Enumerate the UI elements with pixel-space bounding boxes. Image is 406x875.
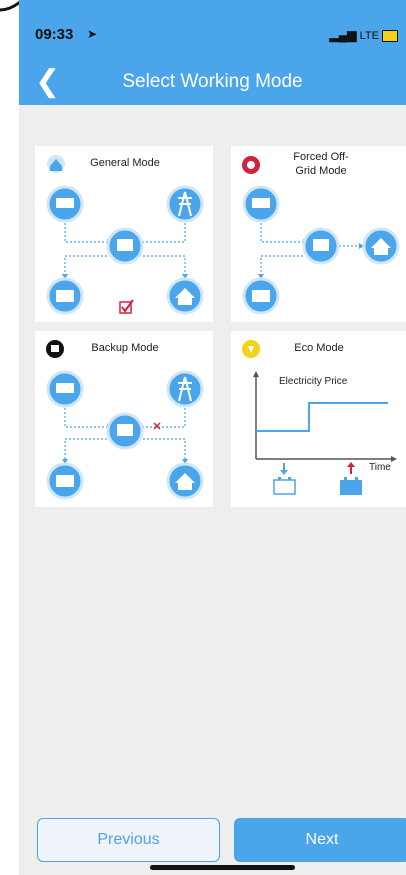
notch-fragment (0, 0, 20, 12)
card-general-mode[interactable]: General Mode (35, 146, 213, 322)
forced-mode-title-line2: Grid Mode (295, 165, 347, 177)
house-icon (362, 227, 400, 265)
battery-icon (242, 277, 280, 315)
discharge-arrow-up-icon (347, 462, 355, 474)
eco-mode-title: Eco Mode (294, 342, 344, 354)
card-backup-mode[interactable]: Backup Mode (35, 331, 213, 507)
battery-icon (46, 277, 84, 315)
solar-panel-icon (46, 185, 84, 223)
inverter-icon (106, 412, 144, 450)
general-mode-title: General Mode (90, 157, 160, 169)
card-eco-mode[interactable]: Eco Mode Electricity Price Time (231, 331, 406, 507)
location-arrow-icon: ➤ (87, 27, 98, 41)
status-bar: 09:33 ➤ ▂▄▆ LTE ⚡ (19, 0, 406, 60)
eco-icon (242, 340, 260, 358)
plug-icon (46, 340, 64, 358)
home-indicator (150, 865, 295, 870)
house-icon (166, 462, 204, 500)
battery-empty-icon (273, 477, 296, 495)
backup-mode-title: Backup Mode (91, 342, 159, 354)
forced-mode-icon (242, 156, 260, 174)
inverter-icon (106, 227, 144, 265)
backup-mode-diagram (46, 340, 204, 500)
battery-icon (46, 462, 84, 500)
electricity-price-label: Electricity Price (279, 376, 348, 387)
grid-tower-icon (166, 185, 204, 223)
solar-panel-icon (242, 185, 280, 223)
selected-checkbox-icon (119, 299, 134, 314)
status-time: 09:33 (35, 26, 74, 43)
forced-mode-title-line1: Forced Off- (293, 151, 349, 163)
price-step-line (256, 402, 388, 432)
inverter-icon (302, 227, 340, 265)
signal-bars-icon: ▂▄▆ (329, 28, 357, 42)
eco-mode-diagram (242, 340, 397, 495)
charge-arrow-down-icon (280, 463, 288, 475)
forced-mode-title: Forced Off- Grid Mode (271, 150, 371, 178)
time-axis-label: Time (369, 462, 391, 473)
grid-tower-icon (166, 370, 204, 408)
network-status: ▂▄▆ LTE ⚡ (329, 28, 398, 43)
nav-bar: ❮ Select Working Mode (19, 60, 406, 105)
general-mode-icon (47, 155, 65, 173)
card-forced-off-grid-mode[interactable]: Forced Off- Grid Mode (231, 146, 406, 322)
house-icon (166, 277, 204, 315)
next-button[interactable]: Next (234, 818, 406, 862)
battery-charging-icon: ⚡ (382, 30, 398, 43)
general-mode-diagram (46, 155, 204, 315)
solar-panel-icon (46, 370, 84, 408)
battery-full-icon (340, 477, 362, 495)
disconnected-x-icon (153, 422, 161, 430)
app-frame: 09:33 ➤ ▂▄▆ LTE ⚡ ❮ Select Working Mode (19, 0, 406, 875)
previous-button[interactable]: Previous (37, 818, 220, 862)
network-type: LTE (359, 30, 379, 42)
page-title: Select Working Mode (122, 71, 303, 92)
